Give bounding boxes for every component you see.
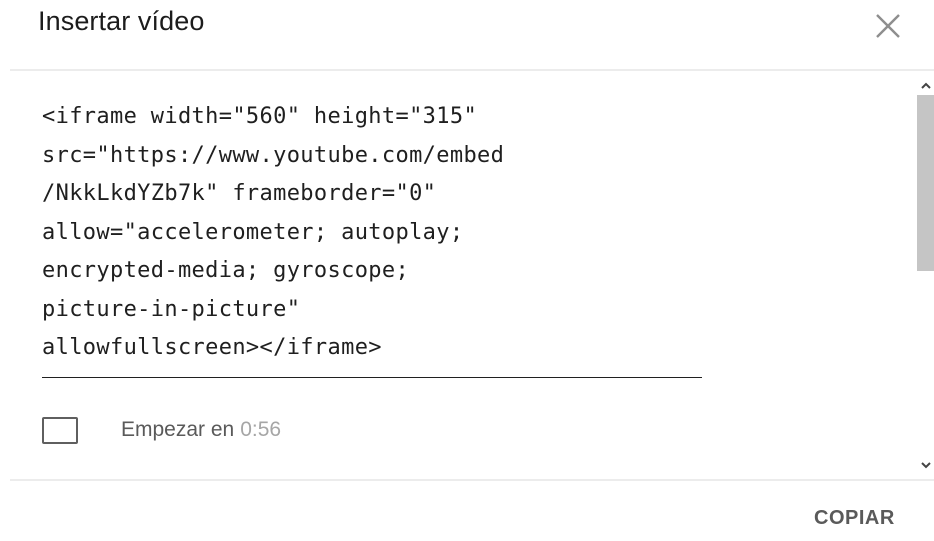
start-at-label: Empezar en bbox=[121, 418, 235, 441]
embed-code-underline bbox=[42, 377, 702, 378]
dialog-content-scroll-area[interactable]: <iframe width="560" height="315" src="ht… bbox=[10, 71, 934, 479]
scroll-up-arrow-icon[interactable] bbox=[918, 78, 934, 92]
close-icon bbox=[876, 14, 900, 38]
embed-code-text[interactable]: <iframe width="560" height="315" src="ht… bbox=[42, 98, 722, 368]
start-at-row: Empezar en 0:56 bbox=[42, 410, 281, 450]
close-button[interactable] bbox=[868, 8, 908, 44]
insert-video-dialog: Insertar vídeo <iframe width="560" heigh… bbox=[0, 0, 934, 541]
dialog-title: Insertar vídeo bbox=[38, 6, 205, 36]
copy-button[interactable]: COPIAR bbox=[814, 508, 895, 528]
start-at-checkbox[interactable] bbox=[42, 416, 78, 444]
start-at-time-input[interactable]: 0:56 bbox=[240, 418, 281, 442]
scroll-down-arrow-icon[interactable] bbox=[918, 459, 934, 473]
footer-divider bbox=[10, 479, 934, 481]
scrollbar-thumb[interactable] bbox=[917, 95, 934, 271]
